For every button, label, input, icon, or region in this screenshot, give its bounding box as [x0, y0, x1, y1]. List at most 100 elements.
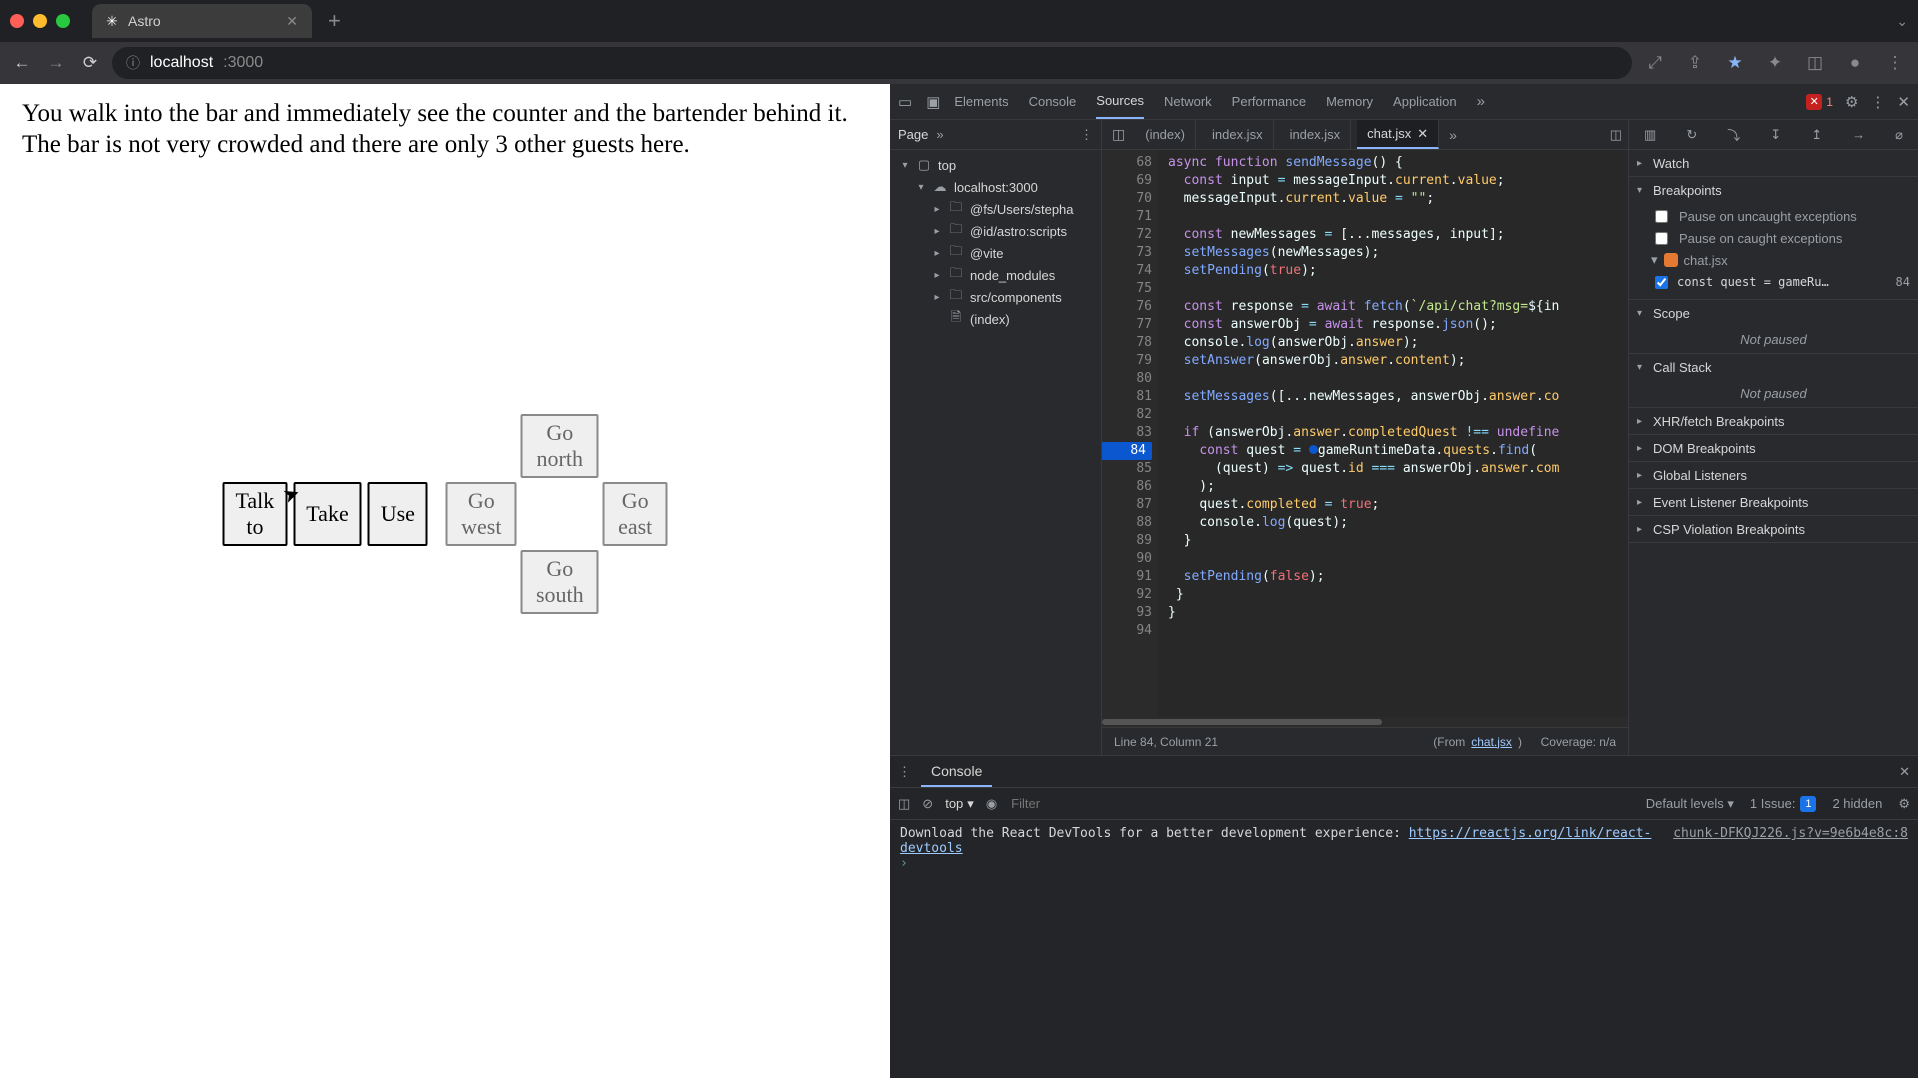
resume-icon[interactable]: ↻	[1686, 127, 1697, 143]
address-bar[interactable]: ⓘ localhost:3000	[112, 47, 1632, 79]
section-dom[interactable]: ▸DOM Breakpoints	[1629, 435, 1918, 461]
section-breakpoints[interactable]: ▾Breakpoints	[1629, 177, 1918, 203]
tab-performance[interactable]: Performance	[1232, 84, 1306, 119]
step-over-icon[interactable]: ⤵	[1727, 125, 1740, 144]
breakpoint-line[interactable]: const quest = gameRu…84	[1651, 271, 1910, 293]
window-minimize-button[interactable]	[33, 14, 47, 28]
menu-icon[interactable]: ⋮	[1882, 50, 1908, 76]
file-tab[interactable]: index.jsx	[1202, 120, 1274, 149]
tab-memory[interactable]: Memory	[1326, 84, 1373, 119]
pause-caught-checkbox[interactable]: Pause on caught exceptions	[1651, 227, 1910, 249]
inspect-icon[interactable]: ▭	[898, 93, 912, 111]
forward-button[interactable]: →	[44, 50, 68, 76]
console-levels[interactable]: Default levels ▾	[1646, 796, 1734, 812]
more-tabs-icon[interactable]: »	[1445, 127, 1461, 143]
console-settings-icon[interactable]: ⚙	[1898, 796, 1910, 812]
console-live-icon[interactable]: ◉	[986, 796, 997, 812]
console-output[interactable]: Download the React DevTools for a better…	[890, 820, 1918, 1078]
console-clear-icon[interactable]: ⊘	[922, 796, 933, 812]
drawer-tab-console[interactable]: Console	[921, 756, 992, 787]
go-south-button[interactable]: Go south	[521, 550, 599, 614]
tree-top[interactable]: ▾▢top	[890, 154, 1101, 176]
pause-icon[interactable]: ▥	[1644, 127, 1656, 143]
settings-icon[interactable]: ⚙	[1845, 93, 1858, 111]
deactivate-bp-icon[interactable]: ⌀	[1895, 127, 1903, 143]
issues-badge[interactable]: 1 Issue: 1	[1750, 796, 1817, 812]
console-prompt-icon[interactable]: ›	[900, 856, 908, 871]
reload-button[interactable]: ⟳	[78, 50, 102, 76]
talk-to-button[interactable]: Talk to	[223, 482, 288, 546]
site-info-icon[interactable]: ⓘ	[126, 53, 140, 73]
tree-folder[interactable]: ▸🗀@fs/Users/stepha	[890, 198, 1101, 220]
tab-close-icon[interactable]: ✕	[286, 13, 298, 30]
window-maximize-button[interactable]	[56, 14, 70, 28]
console-filter-input[interactable]	[1009, 795, 1389, 812]
file-tab-active[interactable]: chat.jsx✕	[1357, 120, 1439, 149]
editor-scrollbar[interactable]	[1102, 717, 1628, 727]
nav-menu-icon[interactable]: ⋮	[1080, 127, 1093, 143]
tabs-more-icon[interactable]: »	[1477, 84, 1485, 119]
pause-uncaught-checkbox[interactable]: Pause on uncaught exceptions	[1651, 205, 1910, 227]
window-close-button[interactable]	[10, 14, 24, 28]
extensions-icon[interactable]: ✦	[1762, 50, 1788, 76]
console-context[interactable]: top ▾	[945, 796, 974, 812]
tab-console[interactable]: Console	[1029, 84, 1077, 119]
use-button[interactable]: Use	[368, 482, 428, 546]
sidepanel-icon[interactable]: ◫	[1802, 50, 1828, 76]
file-tab[interactable]: index.jsx	[1280, 120, 1352, 149]
breakpoint-file[interactable]: ▾chat.jsx	[1651, 249, 1910, 271]
drawer-close-icon[interactable]: ✕	[1899, 764, 1910, 780]
tab-application[interactable]: Application	[1393, 84, 1457, 119]
section-csp[interactable]: ▸CSP Violation Breakpoints	[1629, 516, 1918, 542]
tree-folder[interactable]: ▸🗀@vite	[890, 242, 1101, 264]
devtools-close-icon[interactable]: ✕	[1897, 93, 1910, 111]
step-into-icon[interactable]: ↧	[1770, 127, 1781, 143]
tab-sources[interactable]: Sources	[1096, 84, 1144, 119]
console-sidebar-icon[interactable]: ◫	[898, 796, 910, 812]
go-west-button[interactable]: Go west	[446, 482, 517, 546]
code-view[interactable]: async function sendMessage() { const inp…	[1158, 150, 1628, 717]
section-watch[interactable]: ▸Watch	[1629, 150, 1918, 176]
status-from-link[interactable]: chat.jsx	[1471, 735, 1512, 749]
tab-network[interactable]: Network	[1164, 84, 1212, 119]
toggle-navigator-icon[interactable]: ◫	[1108, 126, 1129, 143]
tree-file-index[interactable]: 🗎(index)	[890, 308, 1101, 330]
game-narration: You walk into the bar and immediately se…	[0, 84, 890, 175]
close-file-icon[interactable]: ✕	[1417, 126, 1428, 142]
tree-folder[interactable]: ▸🗀@id/astro:scripts	[890, 220, 1101, 242]
error-badge[interactable]: ✕ 1	[1806, 94, 1833, 110]
toggle-debugger-icon[interactable]: ◫	[1610, 127, 1622, 143]
tab-elements[interactable]: Elements	[954, 84, 1008, 119]
go-north-button[interactable]: Go north	[521, 414, 599, 478]
tree-origin[interactable]: ▾☁localhost:3000	[890, 176, 1101, 198]
step-out-icon[interactable]: ↥	[1811, 127, 1822, 143]
new-tab-button[interactable]: +	[322, 8, 347, 34]
bookmark-icon[interactable]: ★	[1722, 50, 1748, 76]
nav-more-icon[interactable]: »	[936, 127, 943, 142]
share-icon[interactable]: ⇪	[1682, 50, 1708, 76]
section-event[interactable]: ▸Event Listener Breakpoints	[1629, 489, 1918, 515]
back-button[interactable]: ←	[10, 50, 34, 76]
zoom-icon[interactable]: ⤢	[1642, 50, 1668, 76]
tree-folder[interactable]: ▸🗀node_modules	[890, 264, 1101, 286]
go-east-button[interactable]: Go east	[603, 482, 668, 546]
step-icon[interactable]: →	[1852, 127, 1865, 142]
tree-folder[interactable]: ▸🗀src/components	[890, 286, 1101, 308]
section-scope[interactable]: ▾Scope	[1629, 300, 1918, 326]
console-source[interactable]: chunk-DFKQJ226.js?v=9e6b4e8c:8	[1673, 826, 1908, 841]
tabs-overflow-icon[interactable]: ⌄	[1896, 13, 1908, 30]
section-global[interactable]: ▸Global Listeners	[1629, 462, 1918, 488]
cursor-position: Line 84, Column 21	[1114, 735, 1218, 749]
device-toggle-icon[interactable]: ▣	[926, 93, 940, 111]
callstack-not-paused: Not paused	[1629, 380, 1918, 407]
section-xhr[interactable]: ▸XHR/fetch Breakpoints	[1629, 408, 1918, 434]
section-callstack[interactable]: ▾Call Stack	[1629, 354, 1918, 380]
browser-tab[interactable]: ✳ Astro ✕	[92, 4, 312, 38]
line-gutter[interactable]: 6869707172737475767778798081828384858687…	[1102, 150, 1158, 717]
take-button[interactable]: Take	[293, 482, 361, 546]
nav-mode[interactable]: Page	[898, 127, 928, 142]
drawer-menu-icon[interactable]: ⋮	[898, 764, 911, 780]
profile-icon[interactable]: ●	[1842, 50, 1868, 76]
file-tab[interactable]: (index)	[1135, 120, 1196, 149]
devtools-menu-icon[interactable]: ⋮	[1870, 93, 1885, 111]
